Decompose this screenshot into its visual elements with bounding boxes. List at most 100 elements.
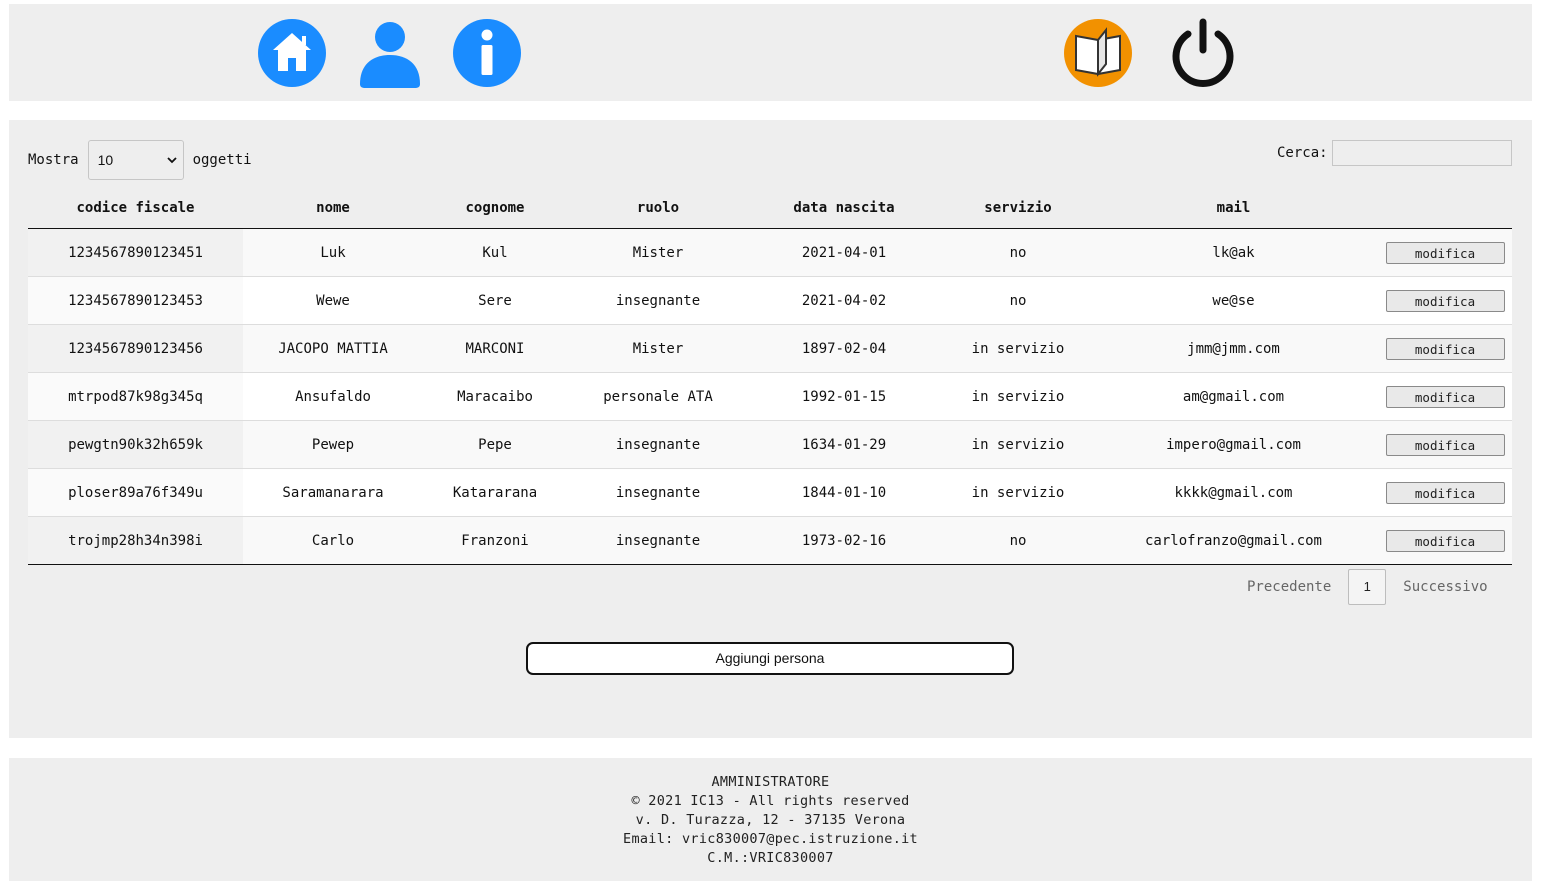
header-bar <box>9 4 1532 101</box>
table-row: trojmp28h34n398i Carlo Franzoni insegnan… <box>28 516 1512 565</box>
modifica-button[interactable]: modifica <box>1385 433 1505 456</box>
cell-action: modifica <box>1370 324 1512 373</box>
cell-servizio: in servizio <box>939 324 1097 373</box>
main-panel: Mostra 10 oggetti Cerca: codice fiscale … <box>9 120 1532 738</box>
page-length-value: 10 <box>97 152 114 168</box>
chevron-down-icon <box>166 157 177 164</box>
cell-nome: Wewe <box>243 276 423 325</box>
cell-cognome: Sere <box>423 276 567 325</box>
modifica-button[interactable]: modifica <box>1385 529 1505 552</box>
cell-codice: 1234567890123456 <box>28 324 243 373</box>
search-label: Cerca: <box>1277 145 1328 161</box>
cell-data: 1992-01-15 <box>749 372 939 421</box>
cell-nome: Pewep <box>243 420 423 469</box>
cell-data: 1634-01-29 <box>749 420 939 469</box>
cell-ruolo: Mister <box>567 228 749 277</box>
cell-action: modifica <box>1370 468 1512 517</box>
cell-mail: jmm@jmm.com <box>1097 324 1370 373</box>
cell-mail: kkkk@gmail.com <box>1097 468 1370 517</box>
footer-email: Email: vric830007@pec.istruzione.it <box>623 831 918 847</box>
cell-cognome: Pepe <box>423 420 567 469</box>
cell-cognome: Kul <box>423 228 567 277</box>
header-actions <box>1370 188 1512 229</box>
cell-action: modifica <box>1370 516 1512 565</box>
page-length-control: Mostra 10 oggetti <box>28 140 252 180</box>
cell-servizio: no <box>939 516 1097 565</box>
footer-copyright: © 2021 IC13 - All rights reserved <box>631 793 910 809</box>
cell-nome: Luk <box>243 228 423 277</box>
cell-mail: carlofranzo@gmail.com <box>1097 516 1370 565</box>
cell-codice: 1234567890123453 <box>28 276 243 325</box>
cell-data: 1844-01-10 <box>749 468 939 517</box>
show-label: Mostra <box>28 152 79 168</box>
header-nome[interactable]: nome <box>243 188 423 229</box>
table-row: pewgtn90k32h659k Pewep Pepe insegnante 1… <box>28 420 1512 469</box>
cell-mail: am@gmail.com <box>1097 372 1370 421</box>
pagination: Precedente 1 Successivo <box>1247 569 1488 605</box>
cell-action: modifica <box>1370 276 1512 325</box>
table-row: ploser89a76f349u Saramanarara Katararana… <box>28 468 1512 517</box>
cell-servizio: in servizio <box>939 468 1097 517</box>
modifica-button[interactable]: modifica <box>1385 241 1505 264</box>
cell-ruolo: insegnante <box>567 276 749 325</box>
cell-nome: Saramanarara <box>243 468 423 517</box>
next-page-button[interactable]: Successivo <box>1403 579 1487 595</box>
people-table: codice fiscale nome cognome ruolo data n… <box>28 188 1512 565</box>
header-cognome[interactable]: cognome <box>423 188 567 229</box>
cell-ruolo: insegnante <box>567 516 749 565</box>
table-row: 1234567890123451 Luk Kul Mister 2021-04-… <box>28 228 1512 277</box>
cell-codice: pewgtn90k32h659k <box>28 420 243 469</box>
modifica-button[interactable]: modifica <box>1385 385 1505 408</box>
footer: AMMINISTRATORE © 2021 IC13 - All rights … <box>9 758 1532 881</box>
cell-nome: JACOPO MATTIA <box>243 324 423 373</box>
cell-ruolo: Mister <box>567 324 749 373</box>
header-mail[interactable]: mail <box>1097 188 1370 229</box>
cell-nome: Ansufaldo <box>243 372 423 421</box>
add-person-button[interactable]: Aggiungi persona <box>526 642 1014 675</box>
search-input[interactable] <box>1331 140 1512 166</box>
cell-codice: ploser89a76f349u <box>28 468 243 517</box>
footer-address: v. D. Turazza, 12 - 37135 Verona <box>635 812 906 828</box>
cell-servizio: no <box>939 276 1097 325</box>
cell-servizio: in servizio <box>939 372 1097 421</box>
modifica-button[interactable]: modifica <box>1385 337 1505 360</box>
cell-cognome: Maracaibo <box>423 372 567 421</box>
user-icon[interactable] <box>355 18 425 88</box>
header-ruolo[interactable]: ruolo <box>567 188 749 229</box>
cell-data: 1897-02-04 <box>749 324 939 373</box>
table-row: 1234567890123453 Wewe Sere insegnante 20… <box>28 276 1512 325</box>
footer-school-code: C.M.:VRIC830007 <box>707 850 834 866</box>
cell-action: modifica <box>1370 420 1512 469</box>
header-codice-fiscale[interactable]: codice fiscale <box>28 188 243 229</box>
power-icon[interactable] <box>1168 18 1238 88</box>
home-icon[interactable] <box>257 18 327 88</box>
modifica-button[interactable]: modifica <box>1385 481 1505 504</box>
table-row: mtrpod87k98g345q Ansufaldo Maracaibo per… <box>28 372 1512 421</box>
table-header-row: codice fiscale nome cognome ruolo data n… <box>28 188 1512 229</box>
items-label: oggetti <box>192 152 252 168</box>
cell-data: 1973-02-16 <box>749 516 939 565</box>
search-control: Cerca: <box>1277 140 1512 166</box>
cell-cognome: Katararana <box>423 468 567 517</box>
cell-ruolo: personale ATA <box>567 372 749 421</box>
cell-codice: 1234567890123451 <box>28 228 243 277</box>
cell-cognome: Franzoni <box>423 516 567 565</box>
cell-action: modifica <box>1370 228 1512 277</box>
cell-servizio: no <box>939 228 1097 277</box>
previous-page-button[interactable]: Precedente <box>1247 579 1331 595</box>
modifica-button[interactable]: modifica <box>1385 289 1505 312</box>
page-length-select[interactable]: 10 <box>87 140 184 180</box>
cell-mail: impero@gmail.com <box>1097 420 1370 469</box>
book-icon[interactable] <box>1063 18 1133 88</box>
cell-mail: we@se <box>1097 276 1370 325</box>
header-data-nascita[interactable]: data nascita <box>749 188 939 229</box>
header-servizio[interactable]: servizio <box>939 188 1097 229</box>
footer-role: AMMINISTRATORE <box>711 774 830 790</box>
info-icon[interactable] <box>452 18 522 88</box>
table-row: 1234567890123456 JACOPO MATTIA MARCONI M… <box>28 324 1512 373</box>
cell-ruolo: insegnante <box>567 468 749 517</box>
cell-mail: lk@ak <box>1097 228 1370 277</box>
page-button-1[interactable]: 1 <box>1348 569 1387 605</box>
cell-action: modifica <box>1370 372 1512 421</box>
cell-data: 2021-04-01 <box>749 228 939 277</box>
